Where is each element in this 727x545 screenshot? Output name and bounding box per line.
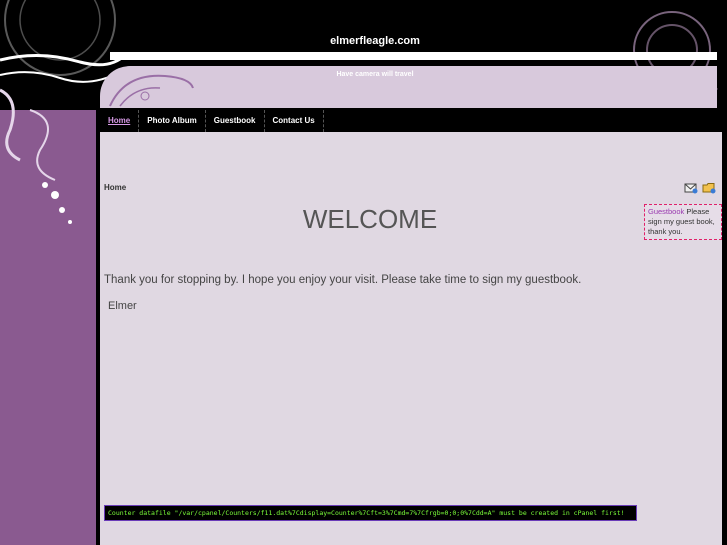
site-title: elmerfleagle.com: [330, 35, 420, 47]
welcome-message: Thank you for stopping by. I hope you en…: [104, 274, 582, 286]
nav-item-guestbook[interactable]: Guestbook: [206, 110, 265, 132]
page-title: WELCOME: [302, 204, 438, 234]
folder-icon[interactable]: [702, 182, 716, 194]
nav-item-home[interactable]: Home: [100, 110, 140, 132]
header-white-strip: [110, 52, 717, 60]
page-icons: [684, 182, 716, 194]
nav-item-contact-us[interactable]: Contact Us: [265, 110, 324, 132]
breadcrumb[interactable]: Home: [104, 183, 126, 192]
site-tagline: Have camera will travel: [336, 71, 414, 78]
guestbook-notice: Guestbook Please sign my guest book, tha…: [644, 204, 722, 240]
signature: Elmer: [108, 300, 137, 312]
counter-error-message: Counter datafile "/var/cpanel/Counters/f…: [104, 505, 637, 521]
mail-icon[interactable]: [684, 182, 698, 194]
header-swirl-ornament: [109, 74, 194, 107]
nav-item-photo-album[interactable]: Photo Album: [139, 110, 206, 132]
main-nav: Home Photo Album Guestbook Contact Us: [100, 110, 727, 132]
main-content: Home WELCOME Guestbook Please sign my gu…: [100, 132, 722, 545]
guestbook-link[interactable]: Guestbook: [648, 207, 684, 216]
